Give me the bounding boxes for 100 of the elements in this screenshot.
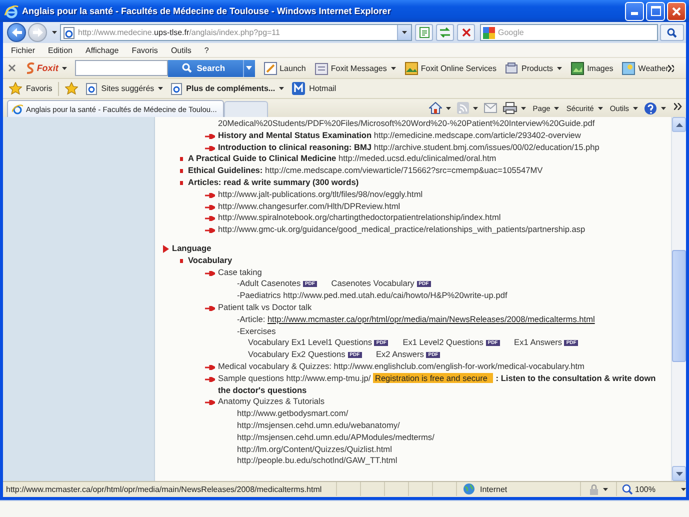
maximize-icon xyxy=(650,6,660,16)
scroll-down-button[interactable] xyxy=(672,466,686,481)
arrow-icon xyxy=(205,192,215,198)
link[interactable]: http://www.mcmaster.ca/opr/html/opr/media/main/NewsReleases/2008/medicalterms.html xyxy=(267,314,595,324)
print-button[interactable] xyxy=(502,100,526,116)
mail-logo-icon xyxy=(292,82,306,95)
menu-item[interactable]: Fichier xyxy=(3,43,40,57)
bullet-icon xyxy=(180,169,183,174)
caret-icon xyxy=(603,488,608,490)
item-text: http://www.getbodysmart.com/ xyxy=(237,408,348,418)
caret-icon xyxy=(279,87,284,90)
scrollbar-thumb[interactable] xyxy=(672,250,686,362)
item-text: http://msjensen.cehd.umn.edu/APModules/medterms/ xyxy=(237,432,434,442)
item-title: Language xyxy=(172,242,212,253)
caret-icon xyxy=(554,106,560,110)
favorites-button[interactable]: Favoris xyxy=(9,80,52,97)
menu-item[interactable]: Favoris xyxy=(124,43,163,57)
right-arrow-icon xyxy=(32,28,42,37)
caret-icon xyxy=(246,66,252,70)
add-favorite-button[interactable] xyxy=(65,80,78,96)
menu-item[interactable]: Outils xyxy=(162,43,196,57)
zoom-button[interactable]: 100% xyxy=(616,482,686,496)
envelope-icon xyxy=(484,103,497,113)
notepad-icon xyxy=(314,62,328,74)
arrow-icon xyxy=(205,228,215,234)
toolbar-item[interactable]: Weather xyxy=(622,59,668,77)
security-zone-text: Internet xyxy=(480,484,508,494)
menu-item[interactable]: Affichage xyxy=(77,43,124,57)
toolbar-item[interactable]: Launch xyxy=(264,59,306,77)
feed-icon xyxy=(456,102,469,114)
page-icon xyxy=(12,104,23,114)
caret-icon xyxy=(598,106,603,110)
item-text: Ex1 Answers xyxy=(514,337,562,348)
item-text: http://www.gmc-uk.org/guidance/good_medical_practice/relationships_with_patients/partnership.asp xyxy=(218,224,586,234)
highlighted-text: Registration is free and secure xyxy=(372,372,494,383)
favorites-bar-item[interactable]: Sites suggérés xyxy=(86,80,164,97)
swirl-icon xyxy=(24,62,36,74)
item-title: A Practical Guide to Clinical Medicine xyxy=(188,153,336,164)
document-icon xyxy=(418,27,430,38)
item-title: Vocabulary xyxy=(188,254,232,265)
item-text: http://emedicine.medscape.com/article/293402-overview xyxy=(374,130,581,140)
search-options-button[interactable] xyxy=(243,60,255,76)
page-icon xyxy=(63,26,75,38)
caret-icon xyxy=(390,66,396,70)
item-text: http://www.spiralnotebook.org/chartingthedoctorpatientrelationship/index.html xyxy=(218,212,501,222)
page-icon xyxy=(86,82,98,94)
item-text: Vocabulary Ex2 Questions xyxy=(248,349,346,360)
arrow-icon xyxy=(205,216,215,222)
caret-icon xyxy=(62,66,68,70)
status-text: http://www.mcmaster.ca/opr/html/opr/media/main/NewsReleases/2008/medicalterms.html xyxy=(5,484,322,494)
item-text: http://www.changesurfer.com/Hlth/DPReview.html xyxy=(218,200,400,211)
item-text: -Exercises xyxy=(237,326,276,336)
maximize-button[interactable] xyxy=(646,2,665,20)
toolbar-item[interactable]: Images xyxy=(571,59,614,77)
toolbar-item[interactable]: Foxit Messages xyxy=(314,59,396,77)
sky-icon xyxy=(622,62,636,74)
box-icon xyxy=(505,62,518,74)
search-icon xyxy=(182,63,192,73)
bullet-icon xyxy=(180,180,183,185)
chevron-icon xyxy=(668,64,674,72)
item-text: -Paediatrics http://www.ped.med.utah.edu/cai/howto/H&P%20write-up.pdf xyxy=(237,290,508,300)
refresh-icon xyxy=(439,27,451,38)
favorites-bar-item[interactable]: Plus de compléments... xyxy=(171,80,284,97)
compatibility-button[interactable] xyxy=(415,24,433,41)
item-text: http://people.bu.edu/schotlnd/GAW_TT.html xyxy=(237,455,398,466)
item-text: http://lm.org/Content/Quizzes/Quizlist.html xyxy=(237,444,392,454)
toolbar-search-field[interactable] xyxy=(75,60,168,76)
menu-item[interactable]: Edition xyxy=(40,43,78,57)
item-text: Anatomy Quizzes & Tutorials xyxy=(218,396,325,406)
scrollbar[interactable] xyxy=(671,117,686,481)
favorites-bar-item[interactable]: Hotmail xyxy=(292,80,336,97)
item-title: : Listen to the consultation & write down xyxy=(496,372,656,383)
item-title: Articles: read & write summary (300 words) xyxy=(188,176,359,187)
close-button[interactable] xyxy=(667,2,686,20)
lock-icon xyxy=(589,484,599,494)
home-button[interactable] xyxy=(428,100,451,116)
item-text: Sample questions http://www.emp-tmu.jp/ xyxy=(218,372,371,383)
menu-item[interactable]: ? xyxy=(196,43,214,57)
arrow-icon xyxy=(205,376,215,382)
item-text: http://www.jalt-publications.org/tlt/files/98/nov/eggly.html xyxy=(218,188,423,199)
window-title: Anglais pour la santé - Facultés de Médecine de Toulouse - Windows Internet Explorer xyxy=(22,6,391,16)
back-button[interactable] xyxy=(7,23,26,42)
zoom-icon xyxy=(622,484,633,494)
help-icon xyxy=(644,102,657,114)
caret-icon xyxy=(446,106,451,110)
toolbar-search-button[interactable]: Search xyxy=(168,60,244,76)
feeds-button[interactable] xyxy=(456,100,478,116)
address-dropdown-button[interactable] xyxy=(397,25,411,40)
toolbar-item[interactable]: Products xyxy=(505,59,562,77)
scroll-up-button[interactable] xyxy=(672,117,686,132)
minimize-button[interactable] xyxy=(625,2,644,20)
caret-icon xyxy=(661,106,666,110)
address-field[interactable]: http://www.medecine.ups-tlse.fr/anglais/index.php?pg=11 xyxy=(60,24,412,41)
toolbar-item[interactable]: Foxit Online Services xyxy=(404,59,496,77)
browser-logo-icon xyxy=(4,4,19,18)
search-button[interactable] xyxy=(660,24,684,41)
help-button[interactable] xyxy=(644,100,666,116)
refresh-button[interactable] xyxy=(436,24,454,41)
foxit-menu-button[interactable]: Foxit xyxy=(24,62,68,74)
stop-button[interactable] xyxy=(457,24,475,41)
